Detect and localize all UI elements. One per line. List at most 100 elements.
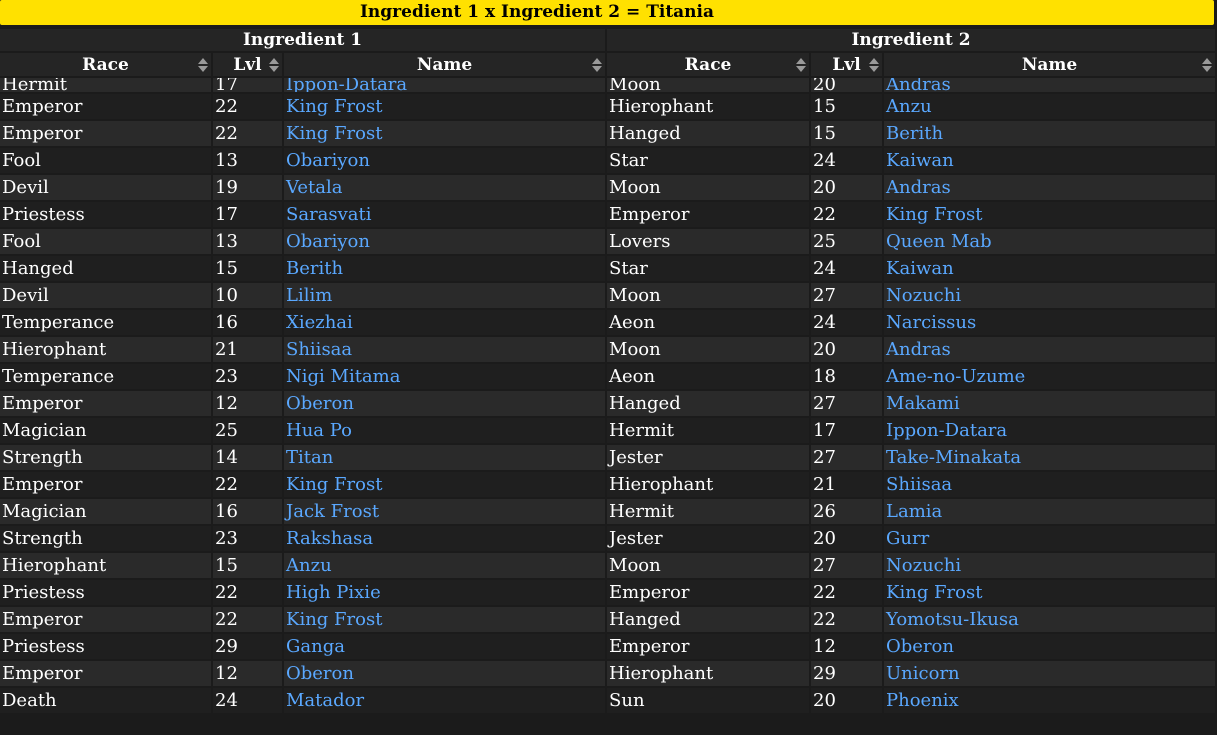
persona-link[interactable]: King Frost (286, 474, 382, 495)
name-cell: High Pixie (284, 580, 606, 605)
persona-link[interactable]: Gurr (886, 528, 929, 549)
race-cell: Moon (607, 553, 810, 578)
persona-link[interactable]: Rakshasa (286, 528, 373, 549)
race-cell: Emperor (607, 580, 810, 605)
sort-arrows-icon (269, 58, 279, 73)
persona-link[interactable]: Nozuchi (886, 555, 961, 576)
sort-lvl-1-header[interactable]: Lvl (213, 53, 282, 76)
persona-link[interactable]: High Pixie (286, 582, 381, 603)
persona-link[interactable]: Obariyon (286, 150, 370, 171)
persona-link[interactable]: Andras (886, 78, 951, 92)
persona-link[interactable]: Obariyon (286, 231, 370, 252)
fusion-table-page: Ingredient 1 x Ingredient 2 = Titania In… (0, 0, 1217, 735)
persona-link[interactable]: Anzu (886, 96, 932, 117)
race-cell: Hanged (0, 256, 211, 281)
sort-lvl-2-header[interactable]: Lvl (811, 53, 883, 76)
persona-link[interactable]: Queen Mab (886, 231, 992, 252)
level-cell: 26 (811, 499, 883, 524)
persona-link[interactable]: Andras (886, 339, 951, 360)
persona-link[interactable]: King Frost (286, 96, 382, 117)
persona-link[interactable]: Ippon-Datara (886, 420, 1007, 441)
persona-link[interactable]: Oberon (286, 393, 354, 414)
persona-link[interactable]: Shiisaa (286, 339, 352, 360)
level-cell: 14 (213, 445, 282, 470)
level-cell: 20 (811, 526, 883, 551)
race-cell: Temperance (0, 364, 211, 389)
race-cell: Hierophant (0, 337, 211, 362)
sort-race-1-header[interactable]: Race (0, 53, 211, 76)
race-cell: Emperor (607, 202, 810, 227)
table-row: Emperor 12 Oberon Hierophant 29 Unicorn (0, 661, 1216, 686)
persona-link[interactable]: Oberon (286, 663, 354, 684)
persona-link[interactable]: Ame-no-Uzume (886, 366, 1025, 387)
race-cell: Lovers (607, 229, 810, 254)
persona-link[interactable]: Yomotsu-Ikusa (886, 609, 1019, 630)
level-cell: 15 (213, 256, 282, 281)
sort-name-2-header[interactable]: Name (884, 53, 1216, 76)
persona-link[interactable]: Makami (886, 393, 960, 414)
persona-link[interactable]: Shiisaa (886, 474, 952, 495)
level-cell: 10 (213, 283, 282, 308)
persona-link[interactable]: Jack Frost (286, 501, 379, 522)
persona-link[interactable]: Unicorn (886, 663, 960, 684)
persona-link[interactable]: Lamia (886, 501, 942, 522)
race-cell: Star (607, 256, 810, 281)
persona-link[interactable]: Kaiwan (886, 150, 954, 171)
level-cell: 13 (213, 229, 282, 254)
persona-link[interactable]: Take-Minakata (886, 447, 1021, 468)
name-cell: King Frost (284, 94, 606, 119)
level-cell: 22 (811, 202, 883, 227)
persona-link[interactable]: Nozuchi (886, 285, 961, 306)
persona-link[interactable]: Oberon (886, 636, 954, 657)
persona-link[interactable]: Ganga (286, 636, 345, 657)
persona-link[interactable]: Kaiwan (886, 258, 954, 279)
race-cell: Sun (607, 688, 810, 713)
name-cell: Obariyon (284, 229, 606, 254)
persona-link[interactable]: Narcissus (886, 312, 976, 333)
name-cell: Ippon-Datara (884, 418, 1216, 443)
level-cell: 22 (213, 607, 282, 632)
race-2-label: Race (684, 54, 732, 75)
fusion-title-bar: Ingredient 1 x Ingredient 2 = Titania (0, 0, 1214, 25)
persona-link[interactable]: Berith (286, 258, 343, 279)
name-cell: Berith (884, 121, 1216, 146)
name-cell: Jack Frost (284, 499, 606, 524)
race-cell: Emperor (0, 607, 211, 632)
persona-link[interactable]: Andras (886, 177, 951, 198)
persona-link[interactable]: Nigi Mitama (286, 366, 400, 387)
persona-link[interactable]: King Frost (886, 204, 982, 225)
persona-link[interactable]: Ippon-Datara (286, 78, 407, 92)
name-cell: Yomotsu-Ikusa (884, 607, 1216, 632)
level-cell: 23 (213, 364, 282, 389)
persona-link[interactable]: King Frost (886, 582, 982, 603)
level-cell: 12 (811, 634, 883, 659)
race-cell: Emperor (0, 661, 211, 686)
level-cell: 17 (213, 78, 282, 92)
persona-link[interactable]: Vetala (286, 177, 342, 198)
table-row: Strength 23 Rakshasa Jester 20 Gurr (0, 526, 1216, 551)
persona-link[interactable]: Hua Po (286, 420, 352, 441)
table-row: Hierophant 21 Shiisaa Moon 20 Andras (0, 337, 1216, 362)
persona-link[interactable]: King Frost (286, 609, 382, 630)
persona-link[interactable]: Titan (286, 447, 333, 468)
race-cell: Emperor (0, 94, 211, 119)
persona-link[interactable]: Berith (886, 123, 943, 144)
persona-link[interactable]: Phoenix (886, 690, 959, 711)
persona-link[interactable]: Xiezhai (286, 312, 353, 333)
sort-race-2-header[interactable]: Race (607, 53, 810, 76)
persona-link[interactable]: Lilim (286, 285, 332, 306)
level-cell: 18 (811, 364, 883, 389)
name-1-label: Name (416, 54, 473, 75)
table-row: Emperor 22 King Frost Hierophant 15 Anzu (0, 94, 1216, 119)
persona-link[interactable]: Matador (286, 690, 364, 711)
level-cell: 24 (811, 148, 883, 173)
table-row: Emperor 22 King Frost Hanged 22 Yomotsu-Ikusa (0, 607, 1216, 632)
lvl-1-label: Lvl (233, 54, 262, 75)
sort-name-1-header[interactable]: Name (284, 53, 606, 76)
level-cell: 27 (811, 445, 883, 470)
persona-link[interactable]: Anzu (286, 555, 332, 576)
ingredient-2-header: Ingredient 2 (607, 29, 1216, 51)
table-row: Fool 13 Obariyon Star 24 Kaiwan (0, 148, 1216, 173)
persona-link[interactable]: King Frost (286, 123, 382, 144)
persona-link[interactable]: Sarasvati (286, 204, 372, 225)
